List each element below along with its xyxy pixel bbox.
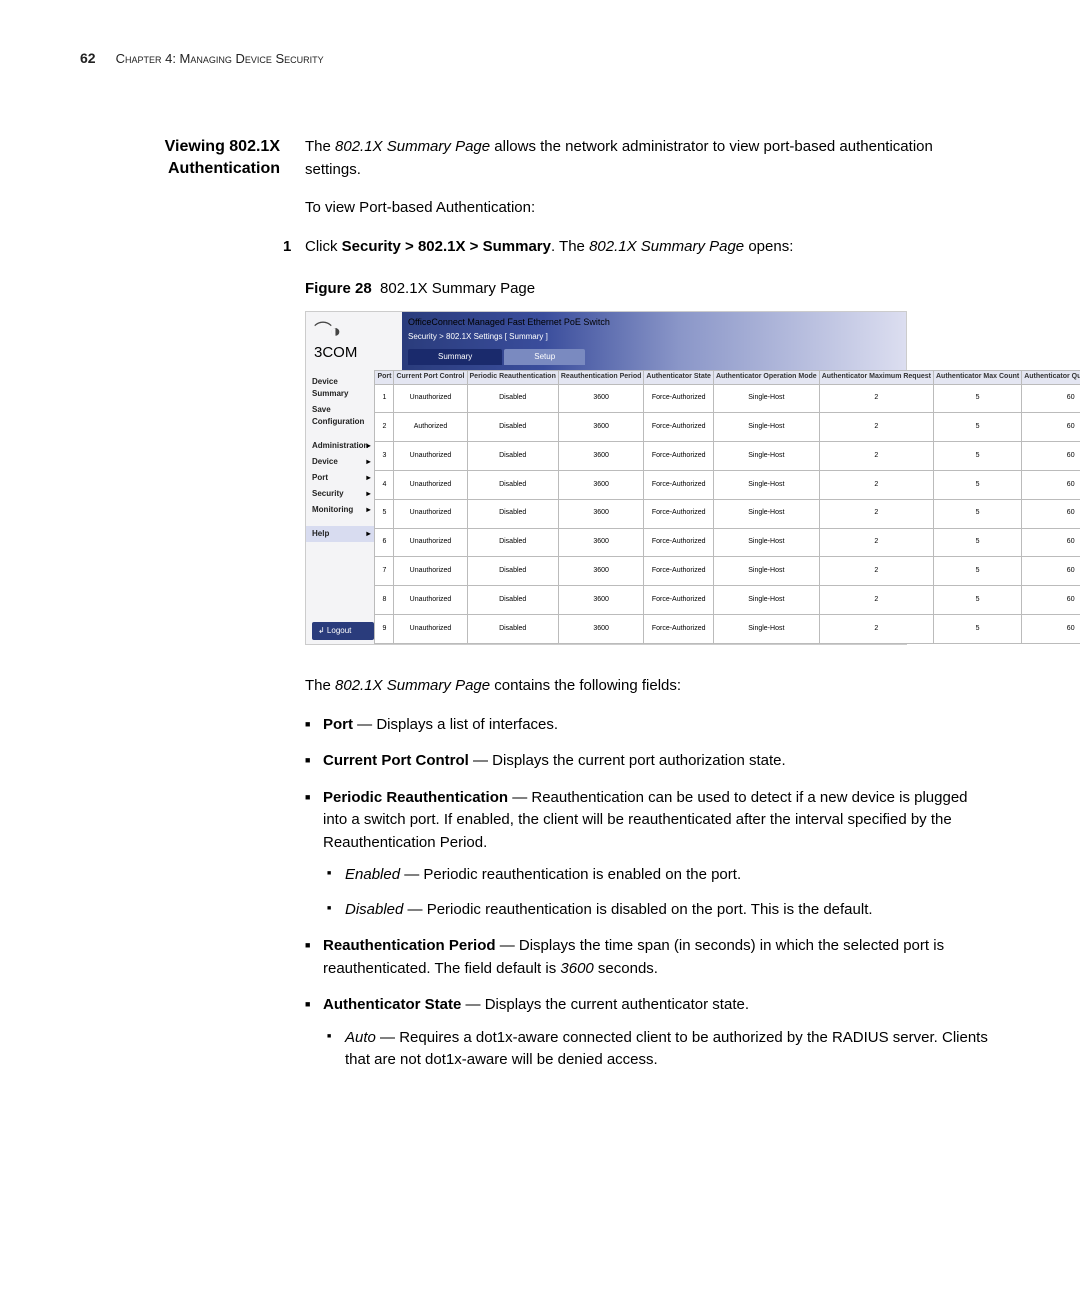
field-current-port-control: Current Port Control — Displays the curr… (323, 750, 990, 773)
table-row: 6UnauthorizedDisabled3600Force-Authorize… (375, 528, 1080, 557)
instruction-paragraph: To view Port-based Authentication: (305, 197, 990, 220)
nav-sidebar: Device Summary Save Configuration Admini… (306, 370, 374, 644)
table-row: 8UnauthorizedDisabled3600Force-Authorize… (375, 586, 1080, 615)
table-row: 2AuthorizedDisabled3600Force-AuthorizedS… (375, 413, 1080, 442)
step-1: 1 Click Security > 802.1X > Summary. The… (305, 236, 990, 259)
tab-setup[interactable]: Setup (504, 349, 585, 365)
nav-security[interactable]: Security (306, 486, 374, 502)
table-row: 4UnauthorizedDisabled3600Force-Authorize… (375, 470, 1080, 499)
field-reauth-period: Reauthentication Period — Displays the t… (323, 935, 990, 980)
th-max-count: Authenticator Max Count (933, 371, 1021, 385)
table-row: 9UnauthorizedDisabled3600Force-Authorize… (375, 615, 1080, 644)
nav-device[interactable]: Device (306, 454, 374, 470)
th-periodic: Periodic Reauthentication (467, 371, 558, 385)
table-row: 1UnauthorizedDisabled3600Force-Authorize… (375, 384, 1080, 413)
th-max-req: Authenticator Maximum Request (819, 371, 933, 385)
fields-intro: The 802.1X Summary Page contains the fol… (305, 675, 990, 698)
nav-monitoring[interactable]: Monitoring (306, 502, 374, 518)
section-heading: Viewing 802.1X Authentication (80, 136, 305, 1086)
nav-port[interactable]: Port (306, 470, 374, 486)
th-port: Port (375, 371, 394, 385)
table-row: 3UnauthorizedDisabled3600Force-Authorize… (375, 442, 1080, 471)
logo-icon: ⌒◑ (314, 318, 394, 345)
field-port: Port — Displays a list of interfaces. (323, 714, 990, 737)
screenshot-8021x-summary: ⌒◑ 3COM OfficeConnect Managed Fast Ether… (305, 311, 907, 646)
logout-button[interactable]: ↲ Logout (312, 622, 374, 640)
logo-3com: ⌒◑ 3COM (306, 312, 402, 371)
intro-paragraph: The 802.1X Summary Page allows the netwo… (305, 136, 990, 181)
banner: OfficeConnect Managed Fast Ethernet PoE … (402, 312, 906, 371)
nav-administration[interactable]: Administration (306, 438, 374, 454)
tab-summary[interactable]: Summary (408, 349, 502, 365)
figure-caption: Figure 28 802.1X Summary Page (305, 278, 990, 301)
field-auth-state: Authenticator State — Displays the curre… (323, 994, 990, 1072)
table-row: 5UnauthorizedDisabled3600Force-Authorize… (375, 499, 1080, 528)
nav-help[interactable]: Help (306, 526, 374, 542)
th-auth-state: Authenticator State (644, 371, 714, 385)
field-periodic-disabled: Disabled — Periodic reauthentication is … (345, 899, 990, 922)
th-quiet: Authenticator Quiet / Period (1022, 371, 1080, 385)
summary-table: Port Current Port Control Periodic Reaut… (374, 370, 1080, 644)
nav-device-summary[interactable]: Device Summary (306, 374, 374, 402)
field-periodic-reauth: Periodic Reauthentication — Reauthentica… (323, 787, 990, 922)
page-number: 62 (80, 50, 96, 66)
field-periodic-enabled: Enabled — Periodic reauthentication is e… (345, 864, 990, 887)
field-auth-auto: Auto — Requires a dot1x-aware connected … (345, 1027, 990, 1072)
nav-save-config[interactable]: Save Configuration (306, 402, 374, 430)
th-op-mode: Authenticator Operation Mode (713, 371, 819, 385)
table-row: 7UnauthorizedDisabled3600Force-Authorize… (375, 557, 1080, 586)
chapter-title: Chapter 4: Managing Device Security (116, 51, 324, 66)
th-cpc: Current Port Control (394, 371, 467, 385)
running-header: 62 Chapter 4: Managing Device Security (80, 50, 990, 66)
th-reauth-period: Reauthentication Period (558, 371, 644, 385)
